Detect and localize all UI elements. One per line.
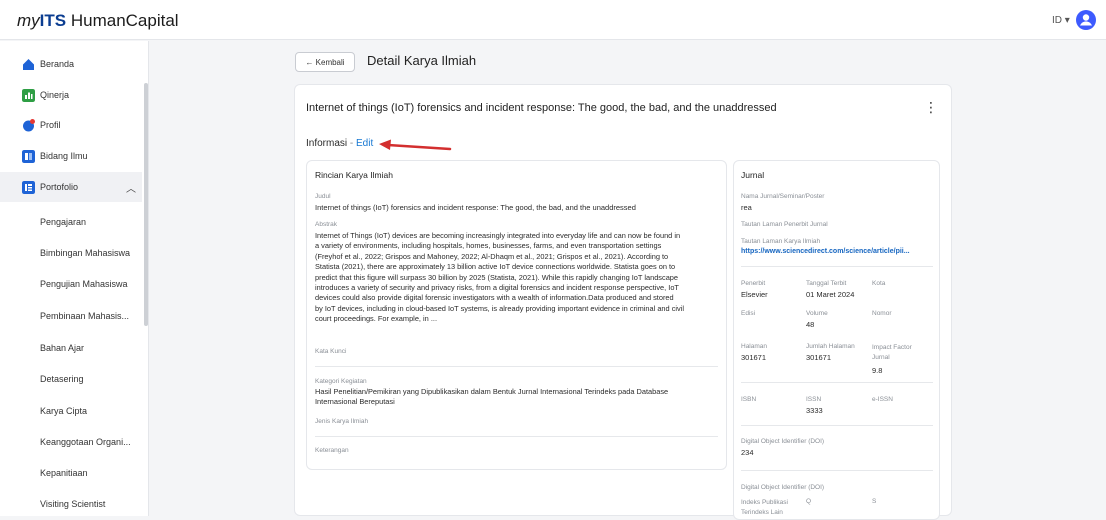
sidebar-item-label: Qinerja: [40, 90, 70, 100]
sidebar-item-beranda[interactable]: Beranda: [0, 49, 142, 79]
indeks-publikasi-label: Indeks Publikasi Terindeks Lain: [741, 499, 788, 516]
info-section-header: Informasi - Edit: [306, 138, 374, 149]
home-icon: [23, 58, 34, 70]
sidebar-item-label: Beranda: [40, 59, 75, 69]
top-bar: myITS HumanCapital ID ▾: [0, 0, 1106, 40]
edit-link[interactable]: Edit: [356, 138, 373, 149]
impact-factor-label: Impact Factor Jurnal: [872, 344, 912, 361]
s-label: S: [872, 498, 877, 505]
tautan-penerbit-label: Tautan Laman Penerbit Jurnal: [741, 221, 828, 228]
doi-label: Digital Object Identifier (DOI): [741, 438, 825, 445]
sidebar-item-qinerja[interactable]: Qinerja: [0, 80, 142, 110]
sidebar-item-label: Profil: [40, 120, 61, 130]
jumlah-halaman-value: 301671: [806, 353, 832, 362]
isbn-label: ISBN: [741, 396, 757, 403]
judul-label: Judul: [315, 193, 331, 200]
jurnal-panel: [733, 160, 940, 520]
tautan-karya-label: Tautan Laman Karya Ilmiah: [741, 238, 821, 245]
sidebar-subitem-karya-cipta[interactable]: Karya Cipta: [40, 406, 145, 416]
chevron-up-icon[interactable]: ︿: [126, 180, 136, 195]
kata-kunci-label: Kata Kunci: [315, 348, 347, 355]
sidebar-item-label: Bidang Ilmu: [40, 151, 88, 161]
divider: [315, 436, 718, 437]
app-logo[interactable]: myITS HumanCapital: [17, 11, 179, 31]
rincian-heading: Rincian Karya Ilmiah: [315, 170, 393, 180]
halaman-value: 301671: [741, 353, 767, 362]
eissn-label: e-ISSN: [872, 396, 893, 403]
nama-jurnal-value: rea: [741, 203, 752, 212]
divider: [741, 382, 933, 383]
doi-value: 234: [741, 448, 754, 457]
page-title: Detail Karya Ilmiah: [367, 53, 477, 68]
issn-label: ISSN: [806, 396, 822, 403]
abstrak-label: Abstrak: [315, 221, 338, 228]
sidebar-item-profil[interactable]: Profil: [0, 110, 142, 140]
q-label: Q: [806, 498, 812, 505]
more-options-icon[interactable]: ⋮: [924, 99, 938, 116]
sidebar-scrollbar[interactable]: [144, 83, 148, 326]
tanggal-terbit-label: Tanggal Terbit: [806, 280, 847, 287]
divider: [741, 266, 933, 267]
back-button[interactable]: ← Kembali: [295, 52, 355, 72]
volume-label: Volume: [806, 310, 828, 317]
abstrak-value: Internet of Things (IoT) devices are bec…: [315, 231, 685, 324]
jurnal-heading: Jurnal: [741, 170, 765, 180]
language-selector[interactable]: ID ▾: [1052, 15, 1070, 26]
keterangan-label: Keterangan: [315, 447, 349, 454]
sidebar-subitem-pengajaran[interactable]: Pengajaran: [40, 217, 145, 227]
halaman-label: Halaman: [741, 343, 768, 350]
divider: [741, 470, 933, 471]
edisi-label: Edisi: [741, 310, 756, 317]
nama-jurnal-label: Nama Jurnal/Seminar/Poster: [741, 193, 825, 200]
kota-label: Kota: [872, 280, 886, 287]
document-title: Internet of things (IoT) forensics and i…: [306, 102, 777, 114]
sidebar-item-bidang-ilmu[interactable]: Bidang Ilmu: [0, 141, 142, 171]
profile-icon: [23, 118, 35, 131]
volume-value: 48: [806, 320, 815, 329]
info-label: Informasi: [306, 138, 348, 149]
sidebar-subitem-pembinaan-mahasiswa[interactable]: Pembinaan Mahasis...: [40, 311, 145, 321]
sidebar-item-label: Portofolio: [40, 182, 79, 192]
jenis-karya-label: Jenis Karya Ilmiah: [315, 418, 369, 425]
sidebar-subitem-visiting-scientist[interactable]: Visiting Scientist: [40, 499, 145, 509]
chart-icon: [22, 88, 35, 102]
sidebar-subitem-kepanitiaan[interactable]: Kepanitiaan: [40, 468, 145, 478]
kategori-value: Hasil Penelitian/Pemikiran yang Dipublik…: [315, 387, 669, 407]
sidebar-subitem-bahan-ajar[interactable]: Bahan Ajar: [40, 343, 145, 353]
tanggal-terbit-value: 01 Maret 2024: [806, 290, 855, 299]
impact-factor-value: 9.8: [872, 366, 883, 375]
sidebar-item-portofolio[interactable]: Portofolio ︿: [0, 172, 142, 202]
book-icon: [22, 149, 35, 163]
penerbit-value: Elsevier: [741, 290, 768, 299]
annotation-arrow-icon: [379, 139, 452, 151]
sidebar-subitem-detasering[interactable]: Detasering: [40, 374, 145, 384]
divider: [741, 425, 933, 426]
issn-value: 3333: [806, 406, 823, 415]
penerbit-label: Penerbit: [741, 280, 766, 287]
judul-value: Internet of things (IoT) forensics and i…: [315, 203, 636, 212]
sidebar-subitem-pengujian-mahasiswa[interactable]: Pengujian Mahasiswa: [40, 279, 145, 289]
sidebar-subitem-bimbingan-mahasiswa[interactable]: Bimbingan Mahasiswa: [40, 248, 145, 258]
tautan-karya-link[interactable]: https://www.sciencedirect.com/science/ar…: [741, 248, 910, 255]
portfolio-icon: [22, 180, 35, 194]
jumlah-halaman-label: Jumlah Halaman: [806, 343, 855, 350]
nomor-label: Nomor: [872, 310, 892, 317]
sidebar-subitem-keanggotaan-organisasi[interactable]: Keanggotaan Organi...: [40, 437, 145, 447]
doi-secondary-label: Digital Object Identifier (DOI): [741, 484, 825, 491]
sidebar: Beranda Qinerja Profil Bidang Ilmu Porto…: [0, 41, 149, 516]
user-avatar-icon[interactable]: [1076, 10, 1096, 30]
kategori-label: Kategori Kegiatan: [315, 378, 367, 385]
divider: [315, 366, 718, 367]
